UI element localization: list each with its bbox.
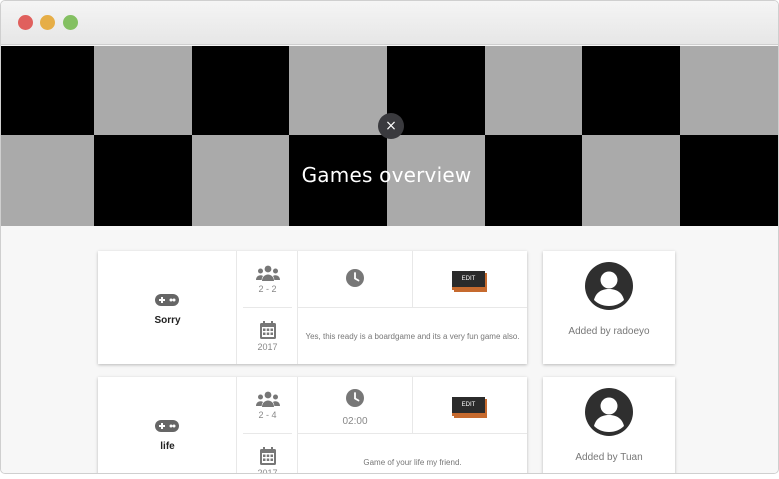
- checker-square: [582, 46, 680, 135]
- calendar-icon: [259, 321, 276, 339]
- browser-window: × Games overview Sorry 2 - 2 2017 EDIT Y…: [0, 0, 779, 474]
- game-name: Sorry: [154, 315, 181, 326]
- divider: [243, 307, 292, 308]
- time-cell: [298, 251, 413, 307]
- gamepad-icon: [155, 420, 179, 432]
- user-avatar-icon: [585, 388, 633, 436]
- added-by-card: Added by radoeyo: [543, 251, 675, 364]
- game-stats-column: 2 - 4 2017: [237, 377, 298, 474]
- checker-square: [680, 46, 778, 135]
- edit-button[interactable]: EDIT: [452, 271, 485, 290]
- divider: [243, 433, 292, 434]
- checker-square: [192, 46, 289, 135]
- added-by-text: Added by Tuan: [575, 452, 643, 463]
- year-stat: 2017: [237, 321, 298, 352]
- hero-banner: × Games overview: [1, 46, 778, 226]
- players-stat: 2 - 2: [237, 265, 298, 294]
- checker-square: [1, 46, 94, 135]
- games-list: Sorry 2 - 2 2017 EDIT Yes, this ready is…: [1, 226, 778, 474]
- close-button[interactable]: ×: [378, 113, 404, 139]
- players-range: 2 - 2: [258, 284, 277, 294]
- maximize-window-button[interactable]: [63, 15, 78, 30]
- game-year: 2017: [257, 468, 278, 474]
- game-details-column: 02:00 EDIT Game of your life my friend.: [298, 377, 527, 473]
- clock-icon: [346, 269, 364, 287]
- edit-cell: EDIT: [413, 251, 527, 307]
- checker-square: [94, 46, 192, 135]
- time-cell: 02:00: [298, 377, 413, 433]
- players-stat: 2 - 4: [237, 391, 298, 420]
- page-title: Games overview: [301, 163, 472, 187]
- checker-square: [485, 46, 582, 135]
- added-by-card: Added by Tuan: [543, 377, 675, 473]
- minimize-window-button[interactable]: [40, 15, 55, 30]
- game-card: life 2 - 4 2017 02:00 EDIT Game of your …: [98, 377, 527, 474]
- players-range: 2 - 4: [258, 410, 277, 420]
- game-description: Game of your life my friend.: [363, 457, 462, 467]
- game-name-column: Sorry: [98, 251, 237, 364]
- clock-icon: [346, 389, 364, 407]
- title-bar: [1, 1, 778, 45]
- game-name-column: life: [98, 377, 237, 473]
- edit-button[interactable]: EDIT: [452, 397, 485, 416]
- game-details-column: EDIT Yes, this ready is a boardgame and …: [298, 251, 527, 364]
- year-stat: 2017: [237, 447, 298, 474]
- users-icon: [255, 391, 280, 407]
- user-avatar-icon: [585, 262, 633, 310]
- close-window-button[interactable]: [18, 15, 33, 30]
- edit-cell: EDIT: [413, 377, 527, 433]
- checker-square: [289, 46, 387, 135]
- gamepad-icon: [155, 294, 179, 306]
- game-name: life: [160, 441, 175, 452]
- play-time: 02:00: [342, 416, 368, 427]
- game-card: Sorry 2 - 2 2017 EDIT Yes, this ready is…: [98, 251, 527, 364]
- game-year: 2017: [257, 342, 278, 352]
- game-description: Yes, this ready is a boardgame and its a…: [305, 331, 520, 341]
- users-icon: [255, 265, 280, 281]
- game-stats-column: 2 - 2 2017: [237, 251, 298, 364]
- calendar-icon: [259, 447, 276, 465]
- added-by-text: Added by radoeyo: [568, 326, 650, 337]
